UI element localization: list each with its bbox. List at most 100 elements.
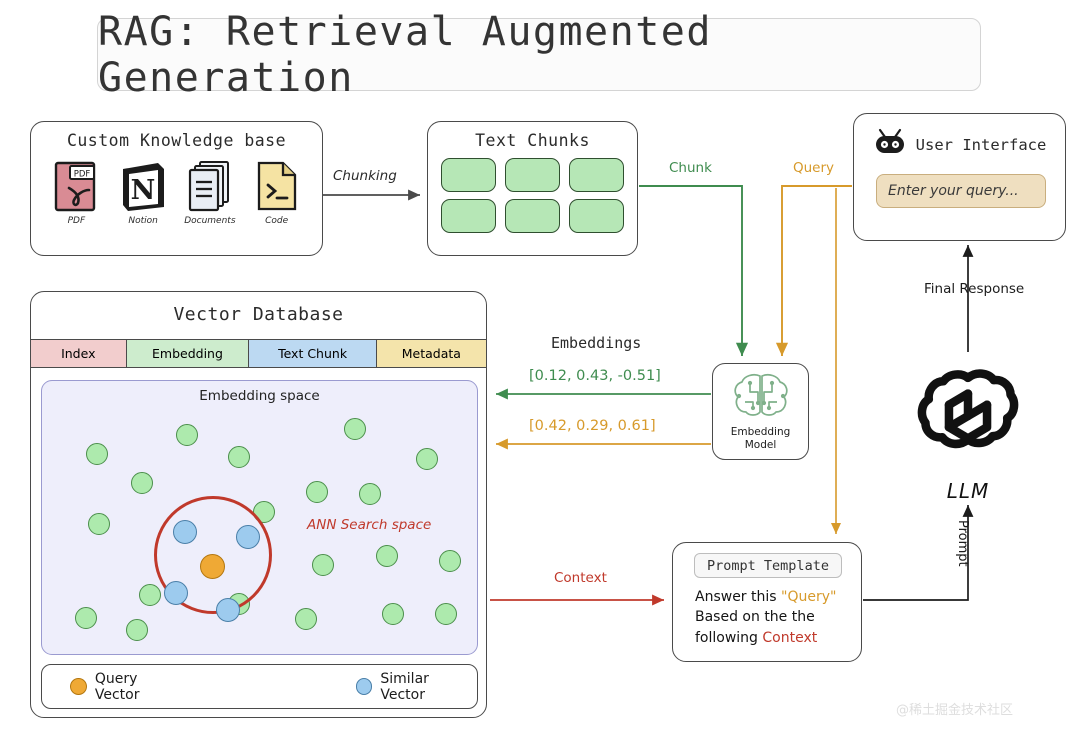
- openai-knot-logo-icon: [908, 360, 1028, 477]
- edge-label-final-response: Final Response: [924, 281, 1025, 297]
- text-chunk-item[interactable]: [441, 158, 496, 192]
- svg-text:N: N: [131, 175, 156, 206]
- embedding-dot-other: [176, 424, 198, 446]
- embedding-dot-query: [200, 554, 225, 579]
- edge-label-vector-orange: [0.42, 0.29, 0.61]: [529, 418, 656, 434]
- embedding-dot-other: [306, 481, 328, 503]
- edge-label-context: Context: [554, 570, 607, 586]
- prompt-line2: Based on the the: [695, 609, 815, 626]
- text-chunk-item[interactable]: [569, 158, 624, 192]
- embedding-dot-similar: [216, 598, 240, 622]
- prompt-template-body: Answer this "Query" Based on the the fol…: [695, 587, 855, 648]
- text-chunk-item[interactable]: [441, 199, 496, 233]
- legend-item-similar-vector: Similar Vector: [355, 670, 477, 703]
- diagram-canvas: RAG: Retrieval Augmented Generation Cust…: [0, 0, 1080, 733]
- embedding-dot-other: [139, 584, 161, 606]
- embedding-dot-other: [312, 554, 334, 576]
- embedding-space-legend: Query Vector Similar Vector: [41, 664, 478, 709]
- embedding-model-panel: Embedding Model: [712, 363, 809, 460]
- embedding-dot-other: [88, 513, 110, 535]
- prompt-template-chip-label: Prompt Template: [707, 557, 829, 574]
- edge-label-chunking: Chunking: [333, 168, 397, 184]
- user-interface-panel: User Interface Enter your query...: [853, 113, 1066, 241]
- text-chunks-title: Text Chunks: [475, 131, 590, 150]
- kb-source-notion[interactable]: N Notion: [112, 157, 174, 226]
- edge-label-query: Query: [793, 160, 835, 176]
- vector-database-title: Vector Database: [173, 304, 344, 325]
- embedding-dot-other: [344, 418, 366, 440]
- embedding-dot-other: [439, 550, 461, 572]
- edge-label-vector-green: [0.12, 0.43, -0.51]: [529, 368, 661, 384]
- knowledge-base-title: Custom Knowledge base: [66, 131, 287, 150]
- embedding-dot-other: [382, 603, 404, 625]
- edge-prompt: [863, 505, 974, 601]
- vdb-column-index[interactable]: Index: [31, 340, 127, 367]
- llm-label: LLM: [946, 479, 990, 503]
- page-title-text: RAG: Retrieval Augmented Generation: [98, 8, 712, 101]
- embedding-dot-other: [86, 443, 108, 465]
- embedding-dot-other: [75, 607, 97, 629]
- user-interface-title: User Interface: [915, 135, 1047, 154]
- prompt-line1-prefix: Answer this: [695, 589, 782, 605]
- embedding-dot-other: [359, 483, 381, 505]
- embedding-model-label-line2: Model: [744, 438, 777, 451]
- robot-bot-icon: [873, 127, 907, 162]
- legend-label-similar: Similar Vector: [380, 670, 429, 703]
- vdb-column-text-chunk[interactable]: Text Chunk: [249, 340, 377, 367]
- edge-label-chunk: Chunk: [669, 160, 712, 176]
- text-chunks-grid: [428, 150, 637, 233]
- user-interface-header: User Interface: [854, 127, 1065, 162]
- legend-swatch-similar: [355, 678, 373, 695]
- knowledge-base-panel: Custom Knowledge base PDF PDF N Notion D…: [30, 121, 323, 256]
- kb-source-pdf-label: PDF: [67, 216, 86, 226]
- query-input-placeholder: Enter your query...: [888, 183, 1019, 199]
- legend-label-query: Query Vector: [94, 670, 140, 703]
- vdb-column-metadata[interactable]: Metadata: [376, 340, 486, 367]
- text-chunks-panel: Text Chunks: [427, 121, 638, 256]
- embedding-dot-other: [228, 446, 250, 468]
- embedding-dot-similar: [173, 520, 197, 544]
- embedding-dot-other: [435, 603, 457, 625]
- page-title: RAG: Retrieval Augmented Generation: [97, 9, 981, 101]
- kb-source-documents[interactable]: Documents: [179, 157, 241, 226]
- watermark: @稀土掘金技术社区: [896, 703, 1014, 718]
- kb-source-code[interactable]: Code: [246, 157, 308, 226]
- embedding-space-title: Embedding space: [199, 388, 320, 404]
- embedding-model-label-line1: Embedding: [730, 425, 791, 438]
- documents-stack-icon: [179, 157, 241, 213]
- edge-chunk: [639, 185, 749, 356]
- knowledge-base-icon-row: PDF PDF N Notion Documents Code: [31, 157, 322, 226]
- vector-database-panel: Vector Database Index Embedding Text Chu…: [30, 291, 487, 718]
- legend-item-query-vector: Query Vector: [70, 671, 186, 703]
- notion-logo-icon: N: [112, 157, 174, 213]
- embedding-dot-other: [376, 545, 398, 567]
- edge-label-prompt: Prompt: [955, 520, 970, 567]
- edge-label-embeddings: Embeddings: [551, 334, 642, 352]
- kb-source-notion-label: Notion: [128, 216, 158, 226]
- pdf-file-icon: PDF: [45, 157, 107, 213]
- llm-block: LLM: [908, 360, 1028, 503]
- code-file-icon: [246, 157, 308, 213]
- prompt-template-chip: Prompt Template: [694, 553, 842, 578]
- prompt-template-panel: Prompt Template Answer this "Query" Base…: [672, 542, 862, 662]
- brain-circuit-icon: [713, 364, 808, 424]
- edge-query-to-model: [775, 185, 852, 356]
- svg-text:PDF: PDF: [74, 170, 91, 180]
- text-chunk-item[interactable]: [505, 158, 560, 192]
- text-chunk-item[interactable]: [569, 199, 624, 233]
- embedding-dot-other: [126, 619, 148, 641]
- embedding-dot-other: [131, 472, 153, 494]
- kb-source-code-label: Code: [265, 216, 289, 226]
- embedding-dot-other: [416, 448, 438, 470]
- kb-source-pdf[interactable]: PDF PDF: [45, 157, 107, 226]
- query-input[interactable]: Enter your query...: [876, 174, 1046, 208]
- text-chunk-item[interactable]: [505, 199, 560, 233]
- embedding-space: Embedding space ANN Search space: [41, 380, 478, 655]
- ann-search-space-label: ANN Search space: [307, 517, 432, 533]
- embedding-dot-similar: [164, 581, 188, 605]
- prompt-line3-token: Context: [762, 629, 818, 646]
- vdb-column-embedding[interactable]: Embedding: [126, 340, 250, 367]
- kb-source-documents-label: Documents: [184, 216, 236, 226]
- embedding-model-label: Embedding Model: [713, 426, 808, 452]
- embedding-dot-other: [295, 608, 317, 630]
